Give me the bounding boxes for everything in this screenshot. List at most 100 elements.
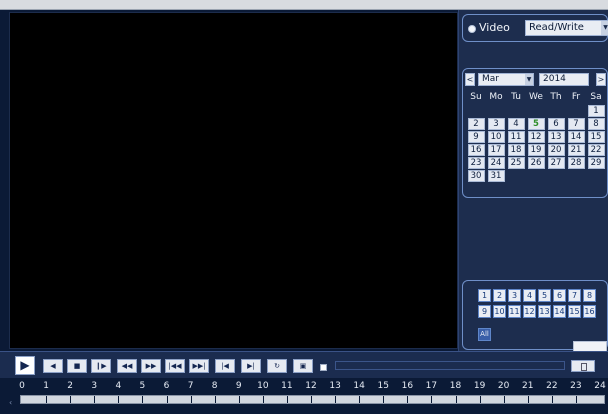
channel-button-5[interactable]: 5 (538, 289, 551, 302)
channel-button-1[interactable]: 1 (478, 289, 491, 302)
prev-frame-button[interactable]: ◀ (43, 359, 63, 373)
channel-button-2[interactable]: 2 (493, 289, 506, 302)
calendar-day[interactable]: 17 (487, 143, 505, 156)
hour-tick (503, 396, 505, 403)
slow-play-button[interactable]: ❙▶ (91, 359, 111, 373)
next-frame-button[interactable]: ▶| (241, 359, 261, 373)
fullscreen-button[interactable] (571, 360, 595, 372)
channel-button-11[interactable]: 11 (508, 305, 521, 318)
weekday-label: Fr (571, 92, 581, 102)
channel-button-3[interactable]: 3 (508, 289, 521, 302)
calendar-day[interactable]: 1 (587, 104, 605, 117)
snapshot-button[interactable]: ▣ (293, 359, 313, 373)
volume-bar[interactable] (335, 361, 565, 370)
timeline-scroll-left-icon[interactable]: ‹ (9, 398, 12, 407)
hour-label: 17 (425, 381, 438, 391)
skip-forward-icon: ▶▶| (192, 362, 206, 370)
calendar-day[interactable]: 4 (507, 117, 525, 130)
calendar-day[interactable]: 13 (547, 130, 565, 143)
playback-controls: ▶ ◀ ■ ❙▶ ◀◀ ▶▶ |◀◀ ▶▶| |◀ ▶| ↻ ▣ (0, 351, 608, 378)
calendar-day[interactable]: 14 (567, 130, 585, 143)
channel-button-15[interactable]: 15 (568, 305, 581, 318)
calendar-day[interactable]: 18 (507, 143, 525, 156)
channel-button-4[interactable]: 4 (523, 289, 536, 302)
hour-label: 24 (594, 381, 606, 391)
hour-tick (335, 396, 337, 403)
calendar-day[interactable]: 24 (487, 156, 505, 169)
channel-button-13[interactable]: 13 (538, 305, 551, 318)
stop-button[interactable]: ■ (67, 359, 87, 373)
calendar-day[interactable]: 10 (487, 130, 505, 143)
timeline-track[interactable] (20, 395, 605, 404)
channel-button-6[interactable]: 6 (553, 289, 566, 302)
calendar-day[interactable]: 23 (467, 156, 485, 169)
hour-tick (527, 396, 529, 403)
fast-forward-icon: ▶▶ (145, 362, 157, 370)
calendar-day[interactable]: 27 (547, 156, 565, 169)
hour-label: 11 (281, 381, 293, 391)
prev-month-button[interactable]: < (465, 73, 475, 86)
hour-label: 6 (163, 381, 170, 391)
hour-label: 18 (449, 381, 462, 391)
hour-label: 14 (353, 381, 365, 391)
calendar-day[interactable]: 12 (527, 130, 545, 143)
hour-label: 12 (305, 381, 317, 391)
next-month-button[interactable]: > (596, 73, 606, 86)
play-button[interactable]: ▶ (15, 356, 35, 375)
calendar-day[interactable]: 31 (487, 169, 505, 182)
calendar-day[interactable]: 16 (467, 143, 485, 156)
video-playback-area[interactable] (9, 12, 458, 349)
channel-button-10[interactable]: 10 (493, 305, 506, 318)
hour-label: 1 (43, 381, 49, 391)
calendar-day[interactable]: 30 (467, 169, 485, 182)
previous-frame-button[interactable]: |◀ (215, 359, 235, 373)
calendar-day[interactable]: 28 (567, 156, 585, 169)
calendar-day[interactable]: 21 (567, 143, 585, 156)
all-channels-button[interactable]: All (478, 328, 491, 341)
hour-tick (94, 396, 96, 403)
calendar-day[interactable]: 22 (587, 143, 605, 156)
calendar-day[interactable]: 15 (587, 130, 605, 143)
access-mode-value: Read/Write (529, 22, 584, 33)
month-select[interactable]: Mar ▼ (478, 73, 534, 86)
channel-button-14[interactable]: 14 (553, 305, 566, 318)
hour-label: 21 (522, 381, 534, 391)
hour-label: 4 (115, 381, 122, 391)
channel-button-7[interactable]: 7 (568, 289, 581, 302)
calendar-day[interactable]: 2 (467, 117, 485, 130)
next-file-button[interactable]: ▶▶| (189, 359, 209, 373)
calendar-day[interactable]: 19 (527, 143, 545, 156)
play-icon: ▶ (20, 358, 30, 372)
calendar-day[interactable]: 3 (487, 117, 505, 130)
previous-file-button[interactable]: |◀◀ (165, 359, 185, 373)
hour-label: 2 (67, 381, 74, 391)
sync-checkbox[interactable] (320, 364, 327, 371)
fast-forward-button[interactable]: ▶▶ (141, 359, 161, 373)
hour-tick (238, 396, 240, 403)
channel-button-16[interactable]: 16 (583, 305, 596, 318)
hour-label: 3 (91, 381, 98, 391)
hour-tick (407, 396, 409, 403)
calendar-day[interactable]: 7 (567, 117, 585, 130)
search-action-button[interactable] (573, 341, 607, 351)
calendar-day[interactable]: 11 (507, 130, 525, 143)
video-radio[interactable] (468, 25, 476, 33)
calendar-day[interactable]: 29 (587, 156, 605, 169)
weekday-label: Su (470, 92, 482, 102)
calendar-day[interactable]: 8 (587, 117, 605, 130)
hour-label: 20 (497, 381, 510, 391)
calendar-day[interactable]: 26 (527, 156, 545, 169)
fast-backward-button[interactable]: ◀◀ (117, 359, 137, 373)
access-mode-select[interactable]: Read/Write ▼ (525, 20, 608, 36)
loop-button[interactable]: ↻ (267, 359, 287, 373)
calendar-day[interactable]: 25 (507, 156, 525, 169)
hour-label: 7 (187, 381, 194, 391)
calendar-day[interactable]: 20 (547, 143, 565, 156)
channel-button-9[interactable]: 9 (478, 305, 491, 318)
year-select[interactable]: 2014 (539, 73, 589, 86)
calendar-day[interactable]: 9 (467, 130, 485, 143)
channel-button-12[interactable]: 12 (523, 305, 536, 318)
calendar-day[interactable]: 6 (547, 117, 565, 130)
channel-button-8[interactable]: 8 (583, 289, 596, 302)
calendar-day[interactable]: 5 (527, 117, 545, 130)
